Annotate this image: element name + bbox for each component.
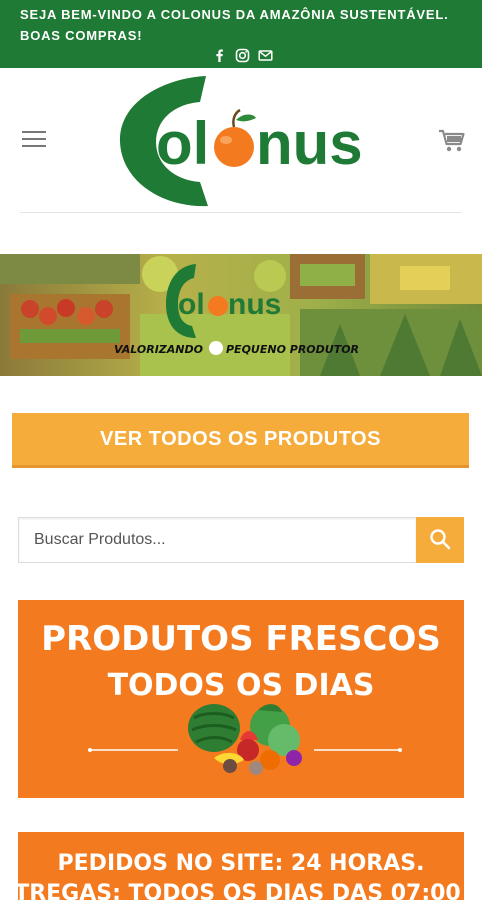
instagram-icon[interactable] — [235, 48, 250, 63]
facebook-icon[interactable] — [212, 48, 227, 63]
svg-text:nus: nus — [256, 110, 363, 177]
welcome-message: SEJA BEM-VINDO A COLONUS DA AMAZÔNIA SUS… — [20, 7, 449, 43]
svg-text:nus: nus — [228, 288, 281, 321]
announcement-bar: SEJA BEM-VINDO A COLONUS DA AMAZÔNIA SUS… — [0, 0, 482, 68]
fresh-title: PRODUTOS FRESCOS — [41, 619, 441, 659]
header-divider — [20, 212, 462, 213]
banner-logo-text: ol — [178, 288, 205, 321]
fresh-products-banner[interactable]: PRODUTOS FRESCOS TODOS OS DIAS — [18, 600, 464, 798]
orders-info-banner[interactable]: PEDIDOS NO SITE: 24 HORAS. ENTREGAS: TOD… — [18, 832, 464, 900]
mail-icon[interactable] — [258, 48, 273, 63]
site-logo[interactable]: ol nus — [116, 72, 366, 210]
banner-slogan-left: VALORIZANDO — [114, 343, 203, 356]
view-all-products-button[interactable]: VER TODOS OS PRODUTOS — [12, 413, 469, 468]
social-links — [212, 48, 273, 63]
orders-line1: PEDIDOS NO SITE: 24 HORAS. — [58, 851, 425, 876]
search-button[interactable] — [416, 517, 464, 563]
cart-icon[interactable] — [438, 128, 466, 154]
site-header: ol nus — [0, 68, 482, 214]
search-icon — [429, 528, 451, 553]
banner-slogan-right: PEQUENO PRODUTOR — [226, 343, 359, 356]
svg-text:ol: ol — [156, 110, 209, 177]
search-input[interactable] — [18, 517, 416, 563]
fresh-subtitle: TODOS OS DIAS — [108, 668, 375, 703]
hero-banner[interactable]: ol nus VALORIZANDO PEQUENO PRODUTOR — [0, 254, 482, 376]
fruits-illustration — [188, 704, 302, 775]
hamburger-icon[interactable] — [22, 131, 46, 151]
product-search — [18, 517, 464, 563]
orders-line2: ENTREGAS: TODOS OS DIAS DAS 07:00 ÀS — [18, 880, 464, 900]
